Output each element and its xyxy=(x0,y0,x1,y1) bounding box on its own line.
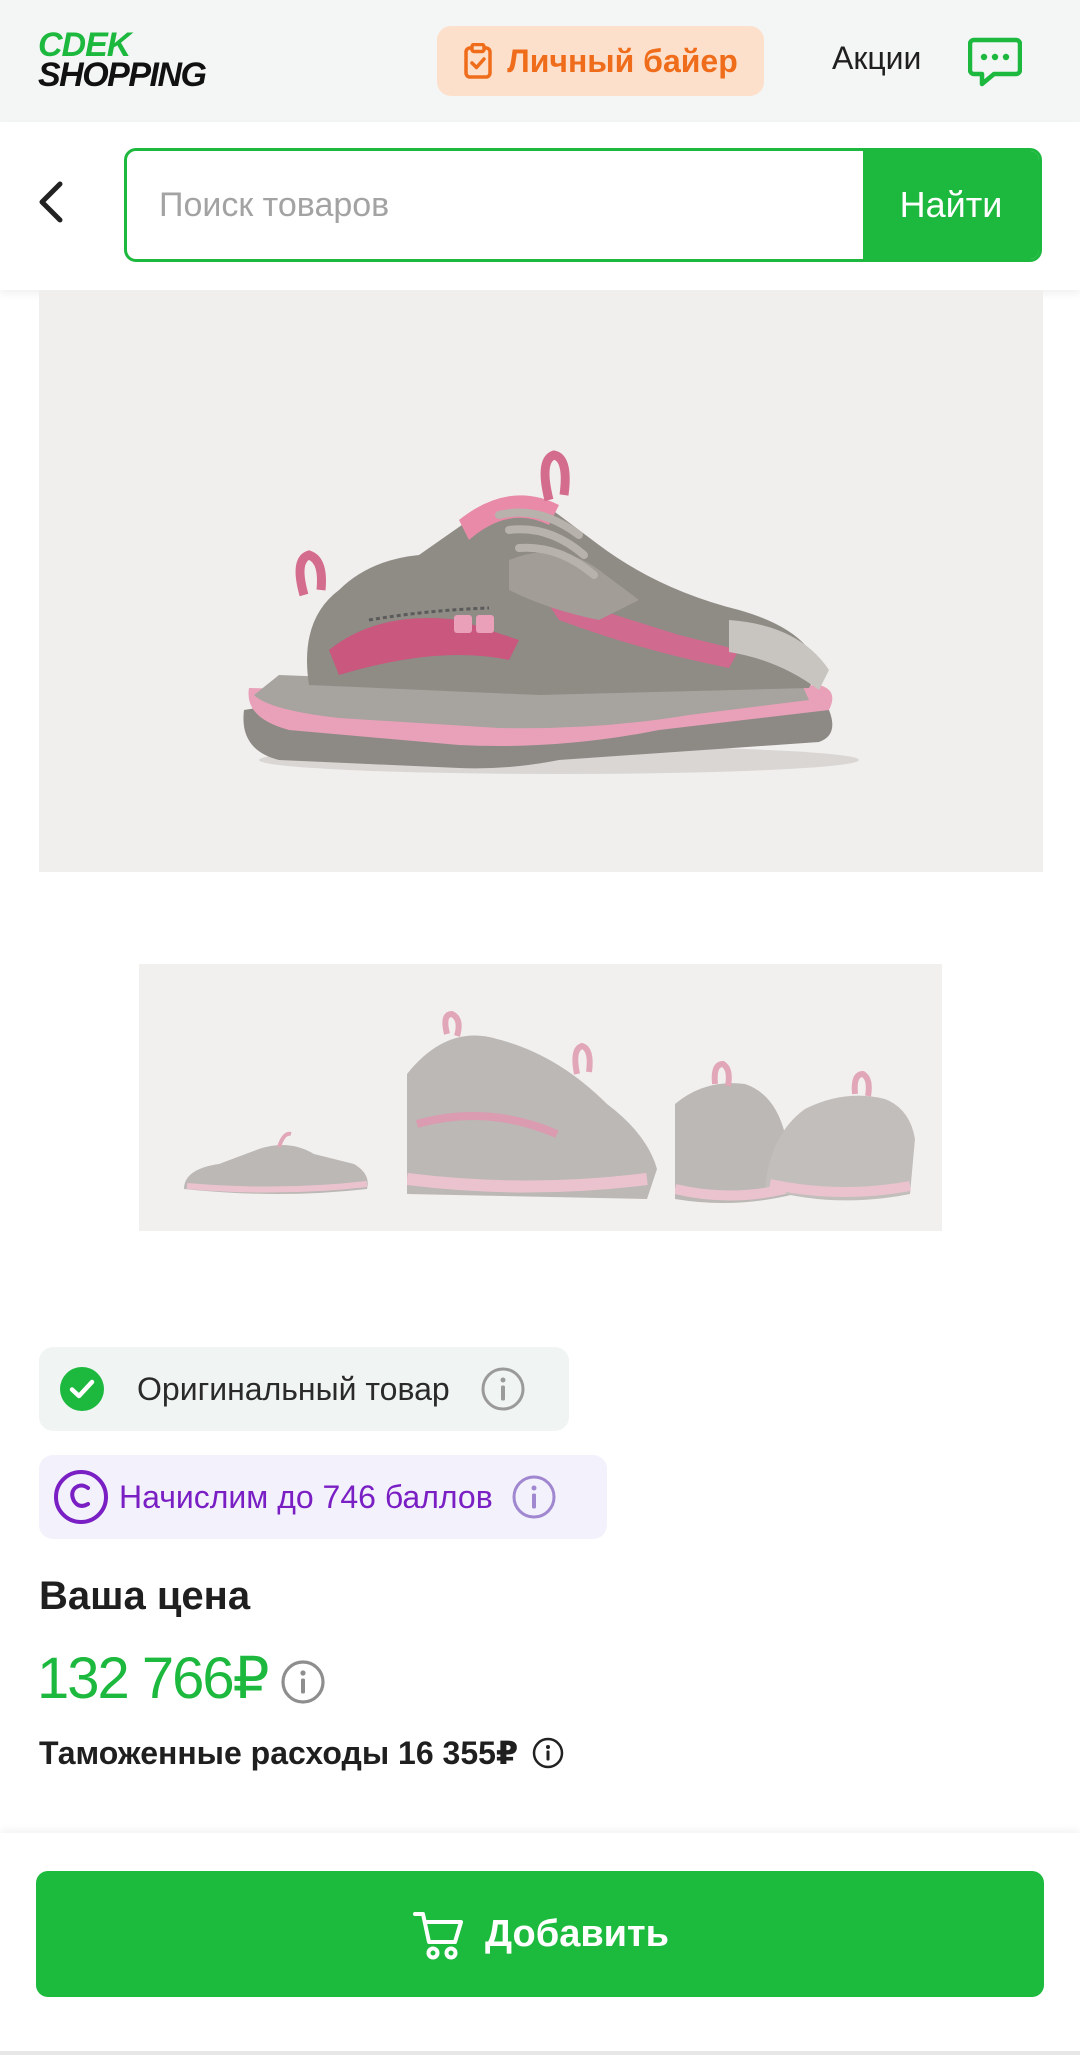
cdek-shopping-logo[interactable]: CDEK SHOPPING xyxy=(38,28,207,94)
search-button[interactable]: Найти xyxy=(863,151,1039,259)
price-label: Ваша цена xyxy=(39,1574,251,1618)
chat-icon[interactable] xyxy=(968,36,1022,88)
logo-line2: SHOPPING xyxy=(38,56,207,94)
promotions-link[interactable]: Акции xyxy=(832,40,921,77)
search-input[interactable] xyxy=(127,151,863,259)
thumbnail-3[interactable] xyxy=(675,964,942,1231)
bonus-coin-icon xyxy=(54,1470,108,1524)
personal-buyer-label: Личный байер xyxy=(507,42,738,79)
add-to-cart-button[interactable]: Добавить xyxy=(36,1871,1044,1997)
original-product-badge[interactable]: Оригинальный товар xyxy=(39,1347,569,1431)
search-field: Найти xyxy=(124,148,1042,262)
personal-buyer-button[interactable]: Личный байер xyxy=(437,26,764,96)
info-icon[interactable] xyxy=(480,1366,526,1412)
search-bar: Найти xyxy=(0,122,1080,290)
divider xyxy=(0,2051,1080,2055)
info-icon[interactable] xyxy=(532,1737,564,1769)
sneaker-close-up-image xyxy=(407,1010,657,1199)
bonus-points-badge[interactable]: Начислим до 746 баллов xyxy=(39,1455,607,1539)
thumbnail-strip xyxy=(139,964,942,1231)
thumbnail-1[interactable] xyxy=(139,964,406,1231)
check-circle-icon xyxy=(60,1367,104,1411)
info-icon[interactable] xyxy=(280,1659,326,1705)
price-value: 132 766₽ xyxy=(37,1646,270,1711)
bonus-points-label: Начислим до 746 баллов xyxy=(119,1478,493,1515)
sneaker-pair-back-view-image xyxy=(675,1060,915,1203)
sneaker-side-view-image xyxy=(243,450,859,774)
info-icon[interactable] xyxy=(511,1474,557,1520)
product-main-image[interactable] xyxy=(39,290,1043,872)
clipboard-check-icon xyxy=(464,43,492,79)
thumbnail-2[interactable] xyxy=(407,964,674,1231)
shopping-cart-icon xyxy=(412,1912,463,1960)
sneaker-angle-view-image xyxy=(184,1131,368,1194)
original-product-label: Оригинальный товар xyxy=(137,1370,450,1407)
customs-fees-row: Таможенные расходы 16 355₽ xyxy=(39,1734,564,1772)
customs-fees-label: Таможенные расходы 16 355₽ xyxy=(39,1735,519,1771)
add-to-cart-label: Добавить xyxy=(484,1912,670,1955)
top-header: CDEK SHOPPING Личный байер Акции xyxy=(0,0,1080,122)
bottom-action-bar: Добавить xyxy=(0,1833,1080,2055)
back-arrow-icon[interactable] xyxy=(30,172,76,232)
